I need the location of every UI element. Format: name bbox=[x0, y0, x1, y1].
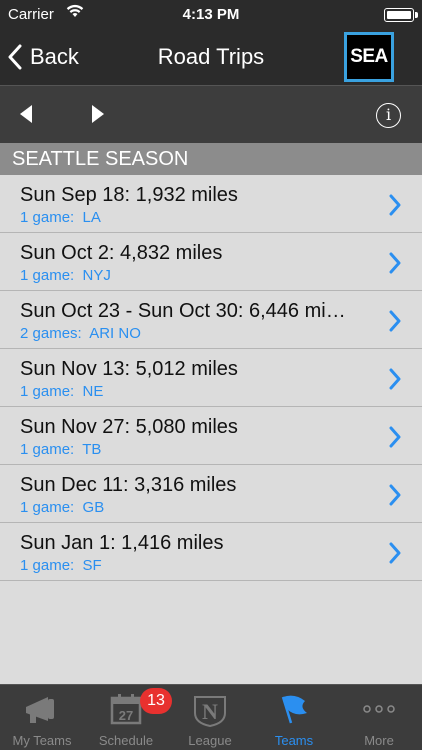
clock: 4:13 PM bbox=[182, 6, 240, 23]
back-button[interactable]: Back bbox=[8, 38, 79, 76]
chevron-right-icon bbox=[389, 542, 401, 564]
chevron-right-icon bbox=[389, 194, 401, 216]
tab-my-teams[interactable]: My Teams bbox=[0, 685, 84, 750]
list-item[interactable]: Sun Oct 23 - Sun Oct 30: 6,446 mi… 2 gam… bbox=[0, 291, 422, 349]
trip-games: 1 game: TB bbox=[20, 441, 102, 458]
next-arrow-icon[interactable] bbox=[90, 104, 106, 129]
team-logo[interactable]: SEA bbox=[344, 32, 394, 82]
battery-icon bbox=[384, 8, 418, 22]
trip-games: 2 games: ARI NO bbox=[20, 325, 141, 342]
tab-league[interactable]: N League bbox=[168, 685, 252, 750]
trip-title: Sun Oct 23 - Sun Oct 30: 6,446 mi… bbox=[20, 300, 346, 322]
chevron-right-icon bbox=[389, 310, 401, 332]
chevron-right-icon bbox=[389, 368, 401, 390]
trip-title: Sun Oct 2: 4,832 miles bbox=[20, 242, 223, 264]
trip-games: 1 game: SF bbox=[20, 557, 102, 574]
trip-title: Sun Dec 11: 3,316 miles bbox=[20, 474, 237, 496]
trip-title: Sun Nov 13: 5,012 miles bbox=[20, 358, 238, 380]
chevron-right-icon bbox=[389, 426, 401, 448]
tab-teams[interactable]: Teams bbox=[252, 685, 336, 750]
list-item[interactable]: Sun Sep 18: 1,932 miles 1 game: LA bbox=[0, 175, 422, 233]
trip-games: 1 game: NE bbox=[20, 383, 104, 400]
tab-label: My Teams bbox=[12, 733, 72, 748]
trip-games: 1 game: LA bbox=[20, 209, 101, 226]
chevron-right-icon bbox=[389, 252, 401, 274]
list-item[interactable]: Sun Dec 11: 3,316 miles 1 game: GB bbox=[0, 465, 422, 523]
tab-bar: My Teams 27 Schedule N League Teams More bbox=[0, 684, 422, 750]
tab-label: League bbox=[188, 733, 232, 748]
list-item[interactable]: Sun Nov 13: 5,012 miles 1 game: NE bbox=[0, 349, 422, 407]
trip-games: 1 game: NYJ bbox=[20, 267, 111, 284]
notification-badge: 13 bbox=[140, 688, 172, 714]
calendar-day: 27 bbox=[119, 708, 133, 723]
road-trip-list: Sun Sep 18: 1,932 miles 1 game: LA Sun O… bbox=[0, 175, 422, 581]
list-item[interactable]: Sun Jan 1: 1,416 miles 1 game: SF bbox=[0, 523, 422, 581]
list-item[interactable]: Sun Oct 2: 4,832 miles 1 game: NYJ bbox=[0, 233, 422, 291]
back-label: Back bbox=[30, 44, 79, 69]
calendar-icon: 27 bbox=[110, 694, 142, 725]
trip-title: Sun Nov 27: 5,080 miles bbox=[20, 416, 238, 438]
nfl-shield-icon: N bbox=[194, 696, 226, 727]
league-logo-letter: N bbox=[202, 699, 218, 724]
info-icon[interactable]: i bbox=[376, 103, 401, 128]
trip-title: Sun Sep 18: 1,932 miles bbox=[20, 184, 238, 206]
chevron-right-icon bbox=[389, 484, 401, 506]
navigation-bar: Back Road Trips SEA bbox=[0, 30, 422, 85]
tab-more[interactable]: More bbox=[336, 685, 422, 750]
tab-label: Teams bbox=[274, 733, 314, 748]
more-dots-icon bbox=[363, 705, 395, 713]
section-header: SEATTLE SEASON bbox=[0, 143, 422, 175]
tab-label: More bbox=[364, 733, 394, 748]
trip-title: Sun Jan 1: 1,416 miles bbox=[20, 532, 224, 554]
tab-label: Schedule bbox=[98, 733, 154, 748]
chevron-left-icon bbox=[8, 44, 22, 70]
previous-arrow-icon[interactable] bbox=[18, 104, 34, 129]
megaphone-icon bbox=[26, 697, 54, 723]
trip-games: 1 game: GB bbox=[20, 499, 105, 516]
status-bar: Carrier 4:13 PM bbox=[0, 0, 422, 30]
flag-icon bbox=[281, 695, 307, 724]
toolbar: i bbox=[0, 85, 422, 143]
list-item[interactable]: Sun Nov 27: 5,080 miles 1 game: TB bbox=[0, 407, 422, 465]
